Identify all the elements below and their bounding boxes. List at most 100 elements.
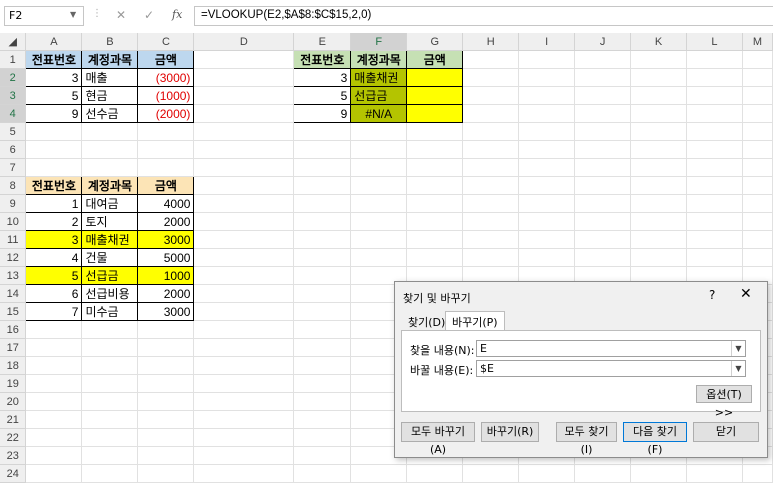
cell[interactable]: 2 (25, 212, 83, 231)
cell[interactable] (742, 50, 773, 69)
cell[interactable] (518, 176, 576, 195)
column-header[interactable]: M (742, 33, 773, 51)
cell[interactable] (293, 248, 352, 267)
cell[interactable] (686, 212, 743, 231)
column-header[interactable]: L (686, 33, 743, 51)
cell[interactable] (630, 248, 687, 267)
cell[interactable] (137, 428, 195, 447)
cell[interactable] (630, 122, 687, 141)
cell[interactable] (193, 248, 295, 267)
cell[interactable] (25, 122, 83, 141)
column-header[interactable]: I (518, 33, 576, 51)
cell[interactable]: 5 (293, 86, 352, 105)
cell[interactable] (81, 374, 139, 393)
cell[interactable] (686, 194, 743, 213)
cell[interactable]: #N/A (350, 104, 408, 123)
column-header[interactable]: E (293, 33, 352, 51)
cell[interactable] (137, 464, 195, 483)
cell[interactable] (350, 464, 408, 483)
cell[interactable] (462, 230, 520, 249)
cell[interactable] (518, 104, 576, 123)
select-all-corner[interactable]: ◢ (0, 33, 27, 51)
insert-function-icon[interactable]: fx (172, 8, 182, 21)
cell[interactable] (25, 410, 83, 429)
replace-input[interactable]: $E ▼ (476, 360, 746, 377)
cell[interactable]: 건물 (81, 248, 139, 267)
cell[interactable] (630, 86, 687, 105)
row-header[interactable]: 18 (0, 356, 27, 375)
row-header[interactable]: 20 (0, 392, 27, 411)
cell[interactable] (293, 374, 352, 393)
chevron-down-icon[interactable]: ▼ (731, 361, 745, 376)
cell[interactable] (630, 176, 687, 195)
row-header[interactable]: 3 (0, 86, 27, 105)
cell[interactable] (81, 320, 139, 339)
cell[interactable] (81, 410, 139, 429)
cell[interactable] (350, 122, 408, 141)
cell[interactable] (686, 230, 743, 249)
row-header[interactable]: 10 (0, 212, 27, 231)
cell[interactable] (193, 284, 295, 303)
row-header[interactable]: 16 (0, 320, 27, 339)
cell[interactable] (25, 464, 83, 483)
cell[interactable] (293, 266, 352, 285)
cell[interactable] (293, 428, 352, 447)
cell[interactable] (574, 176, 632, 195)
column-header[interactable]: C (137, 33, 195, 51)
cell[interactable] (630, 158, 687, 177)
cell[interactable] (293, 230, 352, 249)
cell[interactable]: 금액 (406, 50, 464, 69)
cell[interactable] (518, 68, 576, 87)
cell[interactable] (574, 248, 632, 267)
cell[interactable] (81, 338, 139, 357)
cell[interactable]: 3 (25, 68, 83, 87)
cell[interactable] (406, 230, 464, 249)
cell[interactable] (193, 140, 295, 159)
cell[interactable] (462, 68, 520, 87)
cell[interactable] (137, 410, 195, 429)
cell[interactable] (350, 230, 408, 249)
cell[interactable] (406, 140, 464, 159)
cell[interactable] (81, 392, 139, 411)
cell[interactable] (193, 338, 295, 357)
cell[interactable] (193, 266, 295, 285)
cell[interactable] (25, 158, 83, 177)
column-header[interactable]: F (350, 33, 408, 51)
cell[interactable] (686, 464, 743, 483)
cell[interactable]: 토지 (81, 212, 139, 231)
cell[interactable] (406, 248, 464, 267)
cell[interactable] (25, 374, 83, 393)
cell[interactable] (293, 302, 352, 321)
cell[interactable] (630, 230, 687, 249)
cell[interactable] (630, 50, 687, 69)
cell[interactable] (574, 230, 632, 249)
cell[interactable] (193, 464, 295, 483)
cell[interactable]: 4 (25, 248, 83, 267)
cell[interactable] (574, 68, 632, 87)
cell[interactable] (293, 194, 352, 213)
cell[interactable] (293, 356, 352, 375)
replace-all-button[interactable]: 모두 바꾸기(A) (401, 422, 475, 456)
cell[interactable] (81, 122, 139, 141)
cell[interactable] (406, 194, 464, 213)
cell[interactable] (350, 158, 408, 177)
cell[interactable] (574, 194, 632, 213)
cell[interactable]: 1 (25, 194, 83, 213)
cell[interactable]: 9 (293, 104, 352, 123)
cell[interactable] (193, 158, 295, 177)
cell[interactable]: 현금 (81, 86, 139, 105)
cell[interactable] (686, 176, 743, 195)
cell[interactable] (742, 122, 773, 141)
cell[interactable] (406, 464, 464, 483)
cell[interactable] (686, 122, 743, 141)
row-header[interactable]: 7 (0, 158, 27, 177)
cell[interactable] (193, 410, 295, 429)
cell[interactable]: 선급금 (350, 86, 408, 105)
cell[interactable]: 2000 (137, 284, 195, 303)
cell[interactable] (406, 158, 464, 177)
row-header[interactable]: 5 (0, 122, 27, 141)
cell[interactable] (742, 176, 773, 195)
cell[interactable] (518, 230, 576, 249)
cell[interactable] (350, 140, 408, 159)
cell[interactable]: 5 (25, 86, 83, 105)
